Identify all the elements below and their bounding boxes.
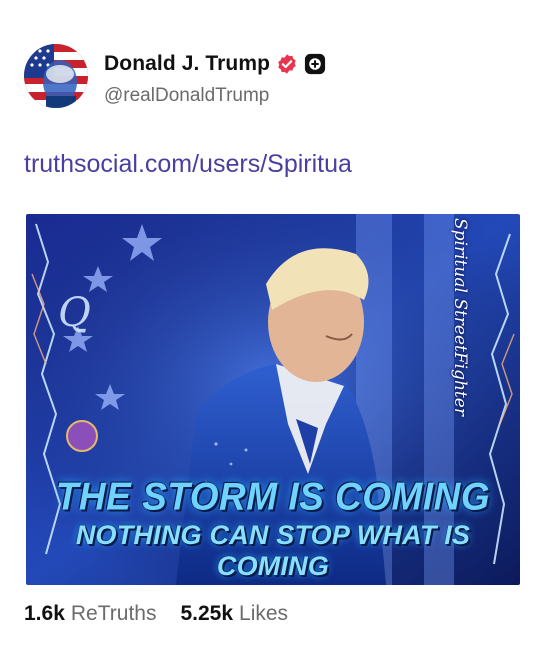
retruths-label[interactable]: ReTruths bbox=[71, 602, 157, 626]
avatar[interactable] bbox=[24, 44, 88, 108]
likes-label[interactable]: Likes bbox=[239, 602, 288, 626]
verified-badge-icon bbox=[278, 54, 296, 74]
author-display-name[interactable]: Donald J. Trump bbox=[104, 52, 270, 76]
svg-text:Q: Q bbox=[58, 290, 91, 336]
author-name-row: Donald J. Trump bbox=[104, 50, 326, 78]
retruths-count[interactable]: 1.6k bbox=[24, 602, 65, 626]
avatar-portrait-icon bbox=[24, 44, 88, 108]
post-link[interactable]: truthsocial.com/users/Spiritua bbox=[24, 150, 352, 179]
post-media-image[interactable]: Q Spiritual StreetFighter THE STORM IS C… bbox=[26, 214, 520, 585]
media-subline: NOTHING CAN STOP WHAT IS COMING bbox=[75, 520, 471, 581]
media-signature: Spiritual StreetFighter bbox=[450, 218, 470, 416]
plus-badge-icon bbox=[304, 53, 326, 75]
media-headline: THE STORM IS COMING bbox=[55, 474, 491, 518]
author-handle[interactable]: @realDonaldTrump bbox=[104, 85, 269, 107]
likes-count[interactable]: 5.25k bbox=[180, 602, 233, 626]
post-card: Donald J. Trump @realDonaldTrump truthso… bbox=[0, 0, 540, 653]
post-stats: 1.6k ReTruths 5.25k Likes bbox=[24, 602, 288, 626]
